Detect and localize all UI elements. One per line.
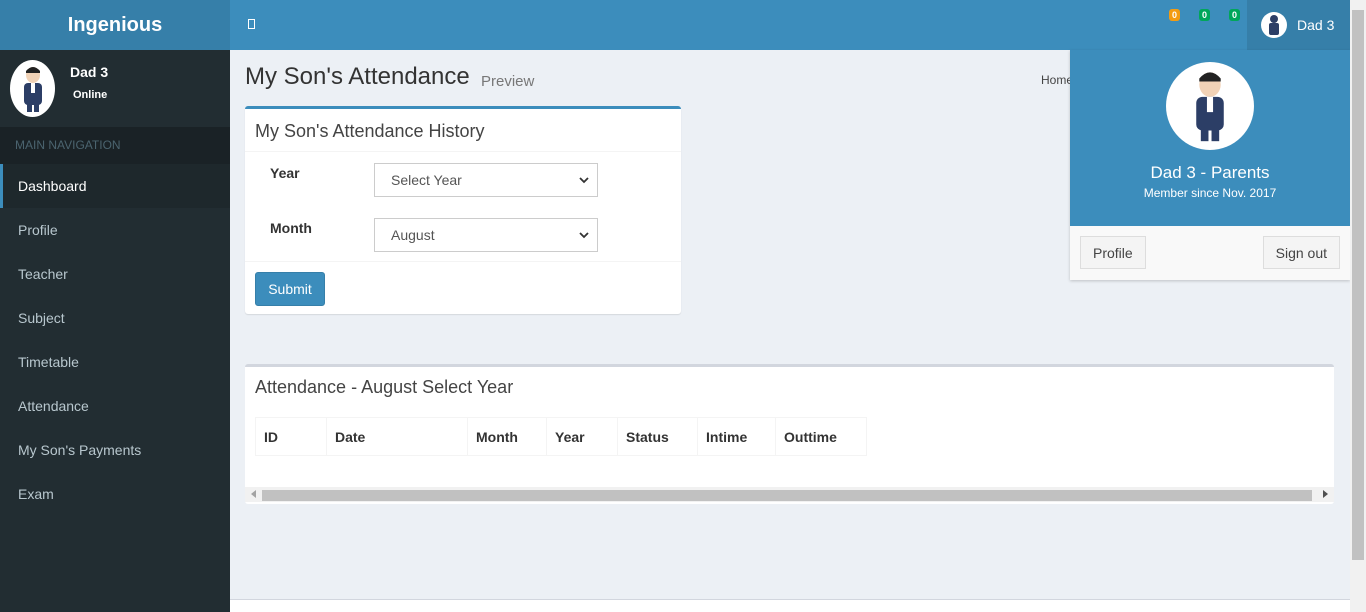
col-year[interactable]: Year (546, 417, 618, 456)
col-status[interactable]: Status (617, 417, 698, 456)
sidebar-item-timetable[interactable]: Timetable (0, 340, 230, 384)
year-label: Year (270, 165, 300, 181)
history-box-title: My Son's Attendance History (255, 121, 485, 141)
vertical-scrollbar[interactable] (1350, 0, 1366, 612)
profile-button[interactable]: Profile (1080, 236, 1146, 269)
year-select-value: Select Year (391, 172, 462, 188)
col-date[interactable]: Date (326, 417, 468, 456)
user-menu-name: Dad 3 (1297, 17, 1335, 33)
attendance-box-title: Attendance - August Select Year (255, 377, 514, 397)
sign-out-button[interactable]: Sign out (1262, 236, 1340, 269)
user-dropdown-footer: Profile Sign out (1070, 226, 1350, 280)
scroll-right-icon[interactable] (1323, 490, 1328, 498)
sidebar-item-subject[interactable]: Subject (0, 296, 230, 340)
nav-header: MAIN NAVIGATION (0, 127, 230, 164)
month-label: Month (270, 220, 312, 236)
page-title: My Son's Attendance (245, 63, 470, 90)
attendance-table: ID Date Month Year Status Intime Outtime (255, 417, 867, 456)
tasks-badge[interactable]: 0 (1229, 9, 1241, 21)
sidebar-item-teacher[interactable]: Teacher (0, 252, 230, 296)
sidebar: Dad 3 Online MAIN NAVIGATION Dashboard P… (0, 50, 230, 612)
user-dropdown-header: Dad 3 - Parents Member since Nov. 2017 (1070, 50, 1350, 226)
chevron-down-icon (579, 232, 589, 239)
submit-button[interactable]: Submit (255, 272, 325, 306)
page-subtitle: Preview (481, 73, 535, 90)
user-avatar-icon (1261, 12, 1287, 38)
col-id[interactable]: ID (255, 417, 327, 456)
sidebar-item-payments[interactable]: My Son's Payments (0, 428, 230, 472)
scrollbar-thumb[interactable] (262, 490, 1312, 501)
divider (245, 151, 681, 152)
sidebar-user-status: Online (73, 89, 108, 101)
col-outtime[interactable]: Outtime (775, 417, 867, 456)
app-logo[interactable]: Ingenious (0, 0, 230, 50)
chevron-down-icon (579, 177, 589, 184)
top-navbar: 0 0 0 Dad 3 (230, 0, 1350, 50)
user-dropdown: Dad 3 - Parents Member since Nov. 2017 P… (1070, 50, 1350, 280)
col-intime[interactable]: Intime (697, 417, 776, 456)
notifications-badge[interactable]: 0 (1199, 9, 1211, 21)
sidebar-toggle-icon[interactable] (244, 15, 258, 33)
month-select[interactable]: August (374, 218, 598, 252)
divider (245, 261, 681, 262)
month-select-value: August (391, 227, 435, 243)
breadcrumb-home[interactable]: Home (1041, 73, 1073, 87)
sidebar-item-exam[interactable]: Exam (0, 472, 230, 516)
scrollbar-thumb[interactable] (1352, 10, 1364, 560)
attendance-table-box: Attendance - August Select Year ID Date … (245, 364, 1334, 504)
messages-badge[interactable]: 0 (1169, 9, 1181, 21)
horizontal-scrollbar[interactable] (245, 487, 1334, 502)
attendance-history-box: My Son's Attendance History Year Select … (245, 106, 681, 314)
sidebar-item-attendance[interactable]: Attendance (0, 384, 230, 428)
table-header-row: ID Date Month Year Status Intime Outtime (255, 417, 867, 456)
user-dropdown-member-since: Member since Nov. 2017 (1143, 186, 1277, 200)
col-month[interactable]: Month (467, 417, 547, 456)
user-dropdown-name: Dad 3 - Parents (1150, 163, 1270, 182)
sidebar-user-name: Dad 3 (70, 64, 109, 80)
user-dropdown-avatar (1166, 62, 1254, 150)
year-select[interactable]: Select Year (374, 163, 598, 197)
sidebar-user-panel: Dad 3 Online (0, 50, 230, 127)
scroll-left-icon[interactable] (251, 490, 256, 498)
sidebar-avatar (10, 60, 55, 117)
user-menu-toggle[interactable]: Dad 3 (1247, 0, 1350, 50)
footer (230, 599, 1350, 612)
sidebar-item-dashboard[interactable]: Dashboard (0, 164, 230, 208)
sidebar-item-profile[interactable]: Profile (0, 208, 230, 252)
